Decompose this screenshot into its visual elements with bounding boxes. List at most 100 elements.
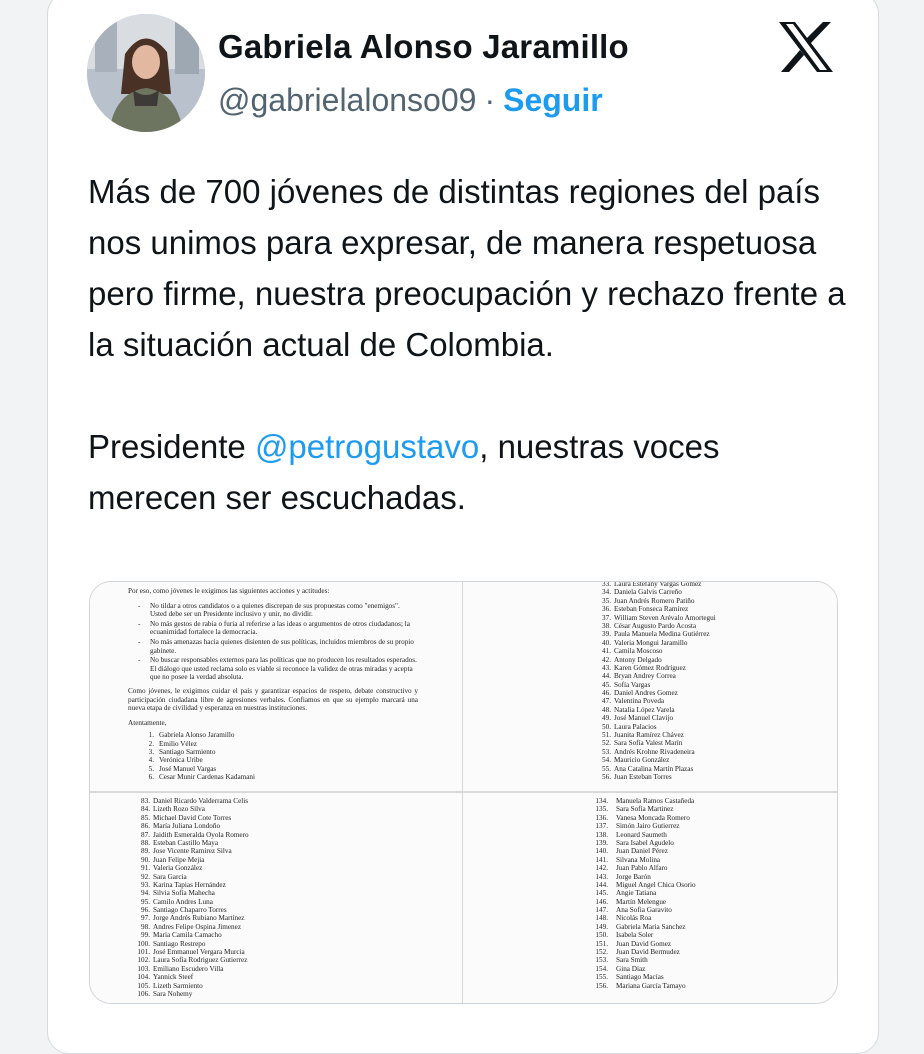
signatory-item: 54. Mauricio González	[591, 756, 716, 764]
mention-link[interactable]: @petrogustavo	[255, 428, 479, 465]
signatory-name: Valeria González	[153, 864, 203, 873]
signatory-number: 137.	[595, 822, 608, 831]
signatory-name: Sara Isabel Agudelo	[616, 838, 674, 847]
signatory-name: Jorge Barón	[616, 872, 651, 881]
signatory-number: 50.	[602, 722, 611, 731]
signatory-name: Daniela Galvis Carreño	[614, 588, 682, 597]
signatory-item: 92. Sara Garcia	[128, 873, 249, 881]
signatory-number: 134.	[595, 797, 608, 805]
separator-dot: ·	[484, 82, 496, 118]
signatory-number: 51.	[602, 731, 611, 740]
signatory-name: Angie Tatiana	[616, 889, 657, 898]
signatory-item: 39. Paula Manuela Medina Gutiérrez	[591, 630, 716, 638]
signatory-name: Valentina Poveda	[614, 697, 665, 706]
signatory-name: José Emmanuel Vergara Murcia	[153, 948, 245, 957]
signatory-name: Jose Vicente Ramirez Silva	[153, 847, 232, 856]
signatory-name: Camilo Andres Luna	[153, 897, 213, 906]
signatory-item: 93. Karina Tapias Hernández	[128, 881, 249, 889]
document-page: 83. Daniel Ricardo Valderrama Celis 84. Liz…	[90, 793, 462, 1003]
signatory-item: 3. Santiago Sarmiento	[128, 748, 418, 756]
signatory-number: 53.	[602, 747, 611, 756]
signatory-number: 89.	[141, 847, 150, 856]
signatory-item: 84. Lizeth Rozo Silva	[128, 805, 249, 813]
signatory-number: 139.	[595, 838, 608, 847]
tweet-paragraph: Más de 700 jóvenes de distintas regiones…	[88, 173, 846, 363]
signatory-number: 152.	[595, 948, 608, 957]
signatory-name: Camila Moscoso	[614, 647, 663, 656]
signatory-item: 139. Sara Isabel Agudelo	[580, 839, 696, 847]
signatory-number: 135.	[595, 805, 608, 814]
signatory-item: 51. Juanita Ramírez Chávez	[591, 731, 716, 739]
signatory-number: 141.	[595, 855, 608, 864]
signatory-name: Esteban Fonseca Ramírez	[614, 605, 689, 614]
signatory-number: 96.	[141, 906, 150, 915]
signatory-number: 101.	[137, 948, 150, 957]
signatory-name: Esteban Castillo Maya	[153, 838, 219, 847]
signatory-item: 88. Esteban Castillo Maya	[128, 839, 249, 847]
signatory-name: Laura Sofía Rodriguez Gutierrez	[153, 956, 248, 965]
signatory-name: Juanita Ramírez Chávez	[614, 731, 684, 740]
signatory-item: 83. Daniel Ricardo Valderrama Celis	[128, 797, 249, 805]
signatory-item: 140. Juan Daniel Pérez	[580, 847, 696, 855]
signatory-name: Juan Felipe Mejia	[153, 855, 205, 864]
signatory-number: 84.	[141, 805, 150, 814]
signatory-item: 152. Juan David Bermudez	[580, 948, 696, 956]
signatory-name: Antony Delgado	[614, 655, 662, 664]
author-name[interactable]: Gabriela Alonso Jaramillo	[218, 28, 629, 66]
signatory-item: 89. Jose Vicente Ramirez Silva	[128, 847, 249, 855]
signatory-name: Nicolás Roa	[616, 914, 652, 923]
signatory-number: 35.	[602, 596, 611, 605]
signatory-name: Daniel Andres Gomez	[614, 689, 678, 698]
follow-button[interactable]: Seguir	[503, 82, 603, 118]
signatory-number: 45.	[602, 680, 611, 689]
signatory-number: 44.	[602, 672, 611, 681]
signatory-number: 42.	[602, 655, 611, 664]
document-page: 134. Manuela Ramos Castañeda 135. Sara Sofí…	[463, 793, 837, 1003]
signatory-name: Sara Garcia	[153, 872, 187, 881]
signatory-name: Lizeth Rozo Silva	[153, 805, 205, 814]
signatory-name: Michael David Cote Torres	[153, 813, 232, 822]
signatory-number: 90.	[141, 855, 150, 864]
signatory-item: 102. Laura Sofía Rodriguez Gutierrez	[128, 956, 249, 964]
attached-image[interactable]: Por eso, como jóvenes le exigimos las si…	[89, 581, 838, 1004]
signatory-number: 105.	[137, 981, 150, 990]
signatory-name: Emiliano Escudero Villa	[153, 964, 224, 973]
signatory-item: 40. Valeria Mongui Jaramillo	[591, 639, 716, 647]
signatory-item: 35. Juan Andrés Romero Patiño	[591, 597, 716, 605]
signatory-item: 2. Emilio Vélez	[128, 740, 418, 748]
signatory-name: Jorge Andrés Rubiano Martínez	[153, 914, 245, 923]
signatory-item: 153. Sara Smith	[580, 956, 696, 964]
signatory-name: Juan David Gomez	[616, 939, 672, 948]
signatory-item: 151. Juan David Gomez	[580, 940, 696, 948]
author-handle[interactable]: @gabrielalonso09	[218, 82, 476, 118]
signatory-number: 147.	[595, 906, 608, 915]
signatory-number: 52.	[602, 739, 611, 748]
signatory-list: 83. Daniel Ricardo Valderrama Celis 84. Liz…	[128, 797, 249, 998]
avatar[interactable]	[87, 14, 205, 132]
signatory-number: 95.	[141, 897, 150, 906]
signatory-number: 49.	[602, 714, 611, 723]
signatory-number: 47.	[602, 697, 611, 706]
tweet-paragraph: Presidente @petrogustavo, nuestras voces…	[88, 421, 848, 523]
signatory-name: Karen Gómez Rodríguez	[614, 663, 686, 672]
signatory-item: 104. Yannick Steef	[128, 973, 249, 981]
signatory-item: 38. César Augusto Pardo Acosta	[591, 622, 716, 630]
signatory-number: 93.	[141, 880, 150, 889]
signatory-name: Karina Tapias Hernández	[153, 880, 226, 889]
signatory-item: 100. Santiago Restrepo	[128, 940, 249, 948]
x-logo-icon[interactable]	[777, 20, 835, 74]
signatory-item: 135. Sara Sofía Martinez	[580, 805, 696, 813]
signatory-name: William Steven Arévalo Amortegui	[614, 613, 716, 622]
document-bullet: No buscar responsables externos para las…	[128, 656, 418, 682]
signatory-name: Mariana García Tamayo	[616, 981, 686, 990]
signatory-name: Sofía Vargas	[614, 680, 651, 689]
signatory-name: Sara Sofía Valest Marín	[614, 739, 683, 748]
signatory-number: 36.	[602, 605, 611, 614]
signatory-number: 136.	[595, 813, 608, 822]
signatory-name: Emilio Vélez	[159, 739, 197, 748]
signatory-item: 99. Maria Camila Camacho	[128, 931, 249, 939]
tweet-text: Más de 700 jóvenes de distintas regiones…	[88, 166, 848, 523]
signatory-name: José Manuel Vargas	[159, 764, 217, 773]
signatory-item: 48. Natalia López Varela	[591, 706, 716, 714]
signatory-number: 86.	[141, 822, 150, 831]
